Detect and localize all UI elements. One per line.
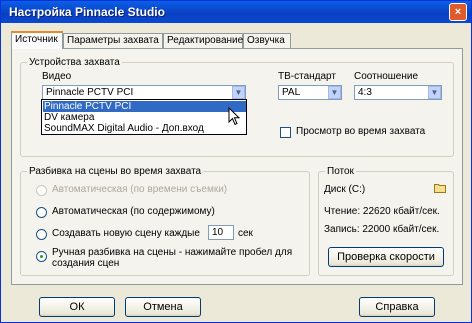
mouse-cursor-icon (228, 107, 241, 126)
source-tab-panel: Устройства захвата Видео Pinnacle PCTV P… (11, 48, 463, 285)
tab-capture-format[interactable]: Параметры захвата (63, 33, 163, 48)
video-source-select[interactable]: Pinnacle PCTV PCI ▼ (42, 85, 246, 100)
scene-radio-manual[interactable] (36, 251, 47, 262)
scene-option-every-n-seconds: Создавать новую сцену каждые (52, 228, 200, 239)
tv-standard-label: ТВ-стандарт (278, 71, 336, 82)
preview-checkbox-label: Просмотр во время захвата (296, 126, 426, 137)
aspect-ratio-select[interactable]: 4:3 ▼ (354, 85, 442, 100)
seconds-unit: сек (238, 228, 253, 239)
scene-option-by-content: Автоматическая (по содержимому) (52, 206, 215, 217)
video-label: Видео (42, 71, 72, 82)
chevron-down-icon[interactable]: ▼ (328, 86, 341, 99)
read-speed: Чтение: 22620 кбайт/сек. (324, 206, 440, 217)
capture-devices-legend: Устройства захвата (29, 57, 120, 68)
video-source-dropdown: Pinnacle PCTV PCI DV камера SoundMAX Dig… (41, 99, 247, 135)
scene-detection-legend: Разбивка на сцены во время захвата (29, 166, 202, 177)
tv-standard-value: PAL (282, 87, 301, 98)
tab-source[interactable]: Источник (11, 31, 63, 49)
close-button[interactable]: × (449, 3, 467, 21)
scene-option-manual: Ручная разбивка на сцены - нажимайте про… (52, 247, 293, 258)
folder-icon[interactable] (434, 183, 446, 193)
title-bar[interactable]: Настройка Pinnacle Studio × (1, 1, 471, 23)
seconds-input[interactable]: 10 (208, 225, 234, 240)
dropdown-option[interactable]: Pinnacle PCTV PCI (43, 101, 246, 112)
video-source-value: Pinnacle PCTV PCI (46, 87, 134, 98)
scene-option-by-shooting-time: Автоматическая (по времени съемки) (52, 184, 228, 195)
settings-dialog: Настройка Pinnacle Studio × Источник Пар… (0, 0, 472, 323)
scene-radio-every-n-seconds[interactable] (36, 229, 47, 240)
ok-button[interactable]: ОК (39, 297, 115, 317)
cancel-button[interactable]: Отмена (125, 297, 201, 317)
tab-edit[interactable]: Редактирование (163, 33, 243, 48)
scene-radio-by-shooting-time[interactable] (36, 185, 47, 196)
data-rate-legend: Поток (327, 166, 354, 177)
window-title: Настройка Pinnacle Studio (9, 5, 165, 19)
aspect-ratio-value: 4:3 (358, 87, 372, 98)
dropdown-option[interactable]: DV камера (43, 112, 246, 123)
tv-standard-select[interactable]: PAL ▼ (278, 85, 342, 100)
aspect-ratio-label: Соотношение (354, 71, 419, 82)
write-speed: Запись: 22000 кбайт/сек. (324, 224, 440, 235)
help-button[interactable]: Справка (359, 297, 435, 317)
tab-voiceover[interactable]: Озвучка (243, 33, 291, 48)
dropdown-option[interactable]: SoundMAX Digital Audio - Доп.вход (43, 123, 246, 134)
test-speed-button[interactable]: Проверка скорости (328, 247, 444, 267)
seconds-value: 10 (212, 227, 224, 238)
scene-option-manual-line2: создания сцен (52, 258, 120, 269)
chevron-down-icon[interactable]: ▼ (232, 86, 245, 99)
chevron-down-icon[interactable]: ▼ (428, 86, 441, 99)
preview-checkbox[interactable] (280, 127, 291, 138)
disk-label: Диск (C:) (324, 184, 366, 195)
scene-radio-by-content[interactable] (36, 207, 47, 218)
